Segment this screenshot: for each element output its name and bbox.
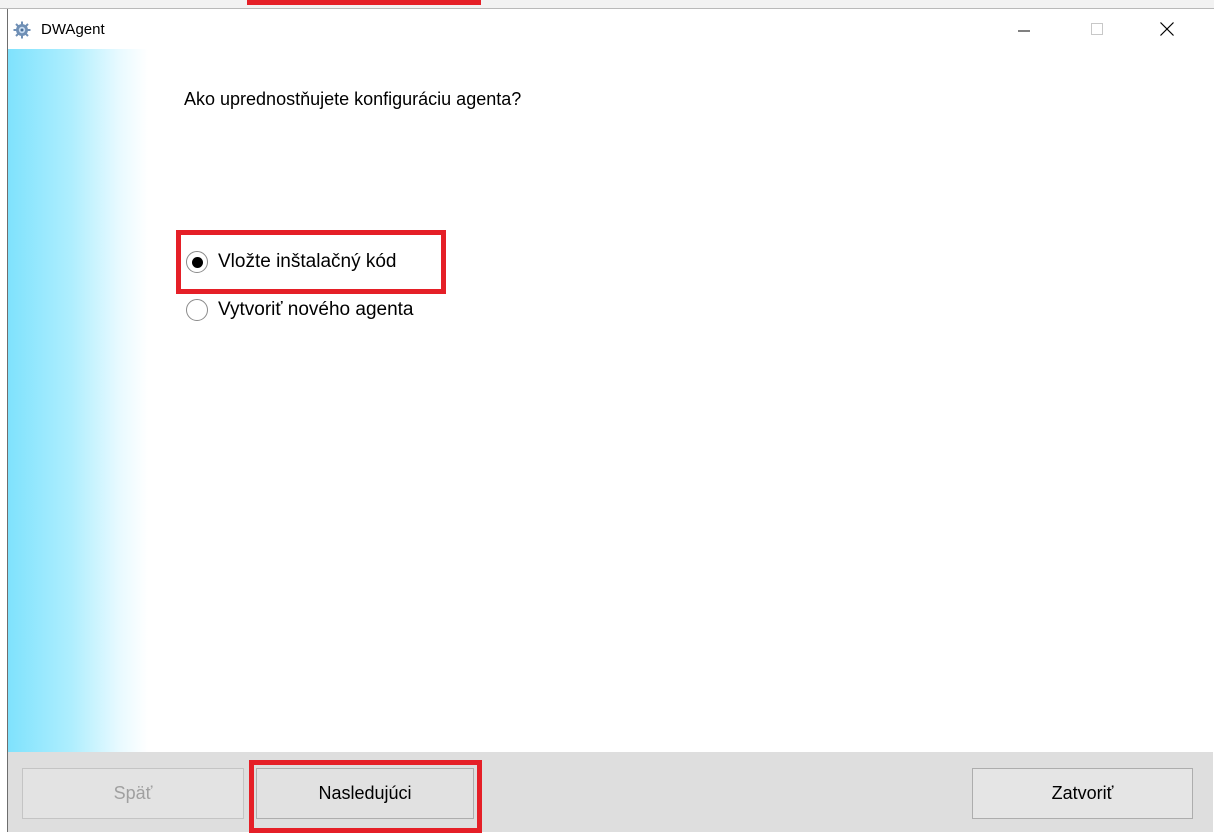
close-button[interactable] [1144, 9, 1190, 49]
side-gradient-panel [8, 49, 148, 752]
next-button[interactable]: Nasledujúci [256, 768, 474, 819]
radio-option-new-agent[interactable]: Vytvoriť nového agenta [184, 293, 414, 327]
close-dialog-button[interactable]: Zatvoriť [972, 768, 1193, 819]
gear-icon [13, 21, 31, 39]
radio-button-selected[interactable] [186, 251, 208, 273]
background-window-strip [0, 0, 1214, 9]
maximize-button[interactable] [1074, 9, 1120, 49]
button-bar: Späť Nasledujúci Zatvoriť [8, 752, 1213, 833]
radio-option-install-code[interactable]: Vložte inštalačný kód [184, 245, 397, 279]
title-bar[interactable]: DWAgent [8, 9, 1213, 49]
annotation-highlight-top [247, 0, 481, 5]
minimize-icon [1018, 30, 1030, 32]
window-title: DWAgent [41, 21, 105, 38]
radio-button-unselected[interactable] [186, 299, 208, 321]
back-button[interactable]: Späť [22, 768, 244, 819]
radio-selected-dot [191, 256, 203, 268]
page-question: Ako uprednostňujete konfiguráciu agenta? [184, 89, 522, 109]
dwagent-window: DWAgent Ako uprednostňujete konfiguráciu… [7, 9, 1213, 833]
radio-label-install-code[interactable]: Vložte inštalačný kód [218, 251, 397, 273]
minimize-button[interactable] [1001, 9, 1047, 49]
close-icon [1160, 22, 1174, 36]
maximize-icon [1091, 23, 1103, 35]
radio-label-new-agent[interactable]: Vytvoriť nového agenta [218, 299, 414, 321]
